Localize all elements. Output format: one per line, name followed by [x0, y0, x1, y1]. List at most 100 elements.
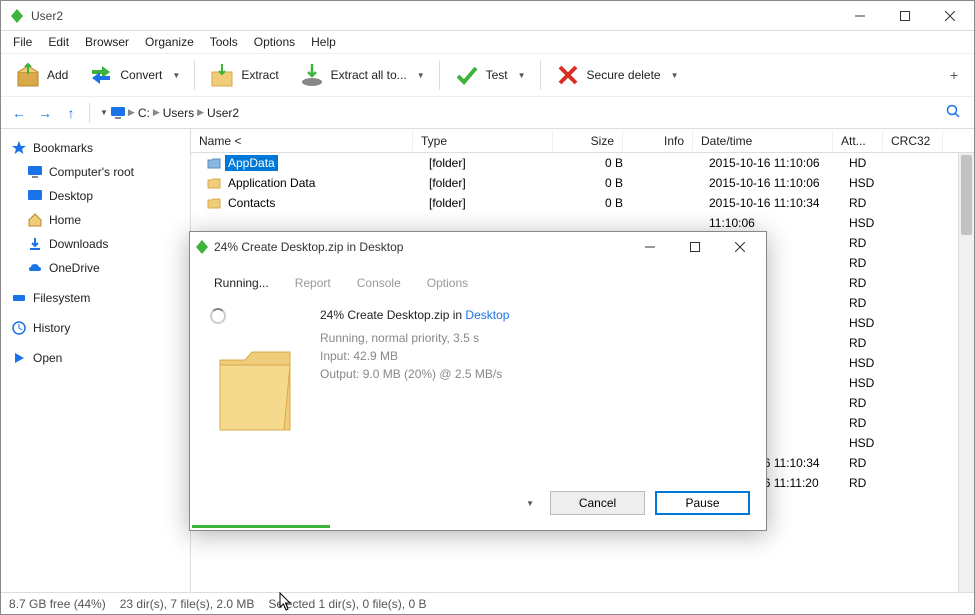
- dialog-maximize-button[interactable]: [672, 233, 717, 261]
- file-attr: RD: [841, 236, 891, 250]
- chevron-down-icon: ▼: [417, 71, 425, 80]
- col-type[interactable]: Type: [413, 131, 553, 151]
- home-icon: [27, 212, 43, 228]
- tab-running[interactable]: Running...: [210, 270, 273, 296]
- menu-options[interactable]: Options: [246, 33, 303, 51]
- file-attr: HSD: [841, 316, 891, 330]
- scrollbar-thumb[interactable]: [961, 155, 972, 235]
- file-attr: RD: [841, 336, 891, 350]
- secure-delete-label: Secure delete: [587, 68, 661, 82]
- dialog-heading-link[interactable]: Desktop: [465, 308, 509, 322]
- forward-button[interactable]: →: [33, 101, 57, 125]
- sidebar-label: OneDrive: [49, 261, 100, 275]
- extract-button[interactable]: Extract: [201, 58, 286, 92]
- chevron-down-icon: ▼: [518, 71, 526, 80]
- monitor-icon: [110, 105, 126, 121]
- test-button[interactable]: Test ▼: [446, 58, 534, 92]
- menu-organize[interactable]: Organize: [137, 33, 202, 51]
- folder-icon: [207, 156, 221, 170]
- maximize-button[interactable]: [882, 1, 927, 30]
- dialog-minimize-button[interactable]: [627, 233, 672, 261]
- sidebar-item-bookmarks[interactable]: Bookmarks: [5, 137, 186, 159]
- sidebar-label: Bookmarks: [33, 141, 93, 155]
- titlebar: User2: [1, 1, 974, 31]
- sidebar-item-home[interactable]: Home: [5, 209, 186, 231]
- dialog-heading-prefix: 24% Create Desktop.zip in: [320, 308, 465, 322]
- file-row[interactable]: AppData [folder] 0 B 2015-10-16 11:10:06…: [191, 153, 974, 173]
- dialog-close-button[interactable]: [717, 233, 762, 261]
- col-name[interactable]: Name <: [191, 131, 413, 151]
- scrollbar[interactable]: [958, 153, 974, 592]
- close-icon: [945, 11, 955, 21]
- back-button[interactable]: ←: [7, 101, 31, 125]
- menu-file[interactable]: File: [5, 33, 40, 51]
- sidebar-item-desktop[interactable]: Desktop: [5, 185, 186, 207]
- sidebar-item-downloads[interactable]: Downloads: [5, 233, 186, 255]
- file-row[interactable]: Contacts [folder] 0 B 2015-10-16 11:10:3…: [191, 193, 974, 213]
- minimize-icon: [645, 242, 655, 252]
- dialog-titlebar: 24% Create Desktop.zip in Desktop: [190, 232, 766, 262]
- tab-report[interactable]: Report: [291, 270, 335, 296]
- minimize-button[interactable]: [837, 1, 882, 30]
- dialog-priority-line: Running, normal priority, 3.5 s: [320, 329, 509, 347]
- cancel-button[interactable]: Cancel: [550, 491, 645, 515]
- tab-options[interactable]: Options: [423, 270, 472, 296]
- sidebar-label: Filesystem: [33, 291, 90, 305]
- breadcrumb-item[interactable]: User2: [207, 106, 239, 120]
- file-row[interactable]: Application Data [folder] 0 B 2015-10-16…: [191, 173, 974, 193]
- tab-console[interactable]: Console: [353, 270, 405, 296]
- sidebar-item-computers-root[interactable]: Computer's root: [5, 161, 186, 183]
- status-counts: 23 dir(s), 7 file(s), 2.0 MB: [120, 597, 255, 611]
- dialog-input-line: Input: 42.9 MB: [320, 347, 509, 365]
- breadcrumb-item[interactable]: Users: [163, 106, 194, 120]
- convert-button[interactable]: Convert ▼: [80, 58, 188, 92]
- menu-edit[interactable]: Edit: [40, 33, 77, 51]
- chevron-down-icon[interactable]: ▼: [100, 108, 108, 117]
- file-attr: RD: [841, 396, 891, 410]
- cancel-label: Cancel: [579, 496, 616, 510]
- sidebar-item-filesystem[interactable]: Filesystem: [5, 287, 186, 309]
- drive-icon: [11, 290, 27, 306]
- statusbar: 8.7 GB free (44%) 23 dir(s), 7 file(s), …: [1, 592, 974, 614]
- status-free: 8.7 GB free (44%): [9, 597, 106, 611]
- search-icon[interactable]: [946, 104, 968, 121]
- up-button[interactable]: ↑: [59, 101, 83, 125]
- secure-delete-button[interactable]: Secure delete ▼: [547, 58, 687, 92]
- menu-tools[interactable]: Tools: [202, 33, 246, 51]
- col-size[interactable]: Size: [553, 131, 623, 151]
- toolbar-separator: [540, 60, 541, 90]
- menu-help[interactable]: Help: [303, 33, 344, 51]
- breadcrumb-sep-icon: ▶: [128, 107, 135, 118]
- sidebar-label: Open: [33, 351, 62, 365]
- extract-all-label: Extract all to...: [331, 68, 407, 82]
- extract-all-button[interactable]: Extract all to... ▼: [291, 58, 433, 92]
- convert-icon: [88, 62, 114, 88]
- toolbar-separator: [194, 60, 195, 90]
- add-button[interactable]: Add: [7, 58, 76, 92]
- col-info[interactable]: Info: [623, 131, 693, 151]
- file-row[interactable]: 11:10:06 HSD: [191, 213, 974, 233]
- chevron-down-icon[interactable]: ▼: [526, 499, 534, 508]
- sidebar-label: Desktop: [49, 189, 93, 203]
- file-size: 0 B: [561, 156, 631, 170]
- breadcrumb[interactable]: ▶ C: ▶ Users ▶ User2: [128, 106, 239, 120]
- sidebar-item-history[interactable]: History: [5, 317, 186, 339]
- progress-dialog: 24% Create Desktop.zip in Desktop Runnin…: [189, 231, 767, 531]
- sidebar-item-open[interactable]: Open: [5, 347, 186, 369]
- dialog-body: 24% Create Desktop.zip in Desktop Runnin…: [190, 296, 766, 481]
- file-attr: HSD: [841, 436, 891, 450]
- file-name: Contacts: [225, 195, 278, 211]
- pause-label: Pause: [685, 496, 719, 510]
- col-attr[interactable]: Att...: [833, 131, 883, 151]
- breadcrumb-item[interactable]: C:: [138, 106, 150, 120]
- col-date[interactable]: Date/time: [693, 131, 833, 151]
- file-attr: RD: [841, 276, 891, 290]
- close-button[interactable]: [927, 1, 972, 30]
- menu-browser[interactable]: Browser: [77, 33, 137, 51]
- file-size: 0 B: [561, 196, 631, 210]
- toolbar-plus[interactable]: +: [950, 67, 968, 83]
- sidebar-item-onedrive[interactable]: OneDrive: [5, 257, 186, 279]
- add-label: Add: [47, 68, 68, 82]
- col-crc[interactable]: CRC32: [883, 131, 943, 151]
- pause-button[interactable]: Pause: [655, 491, 750, 515]
